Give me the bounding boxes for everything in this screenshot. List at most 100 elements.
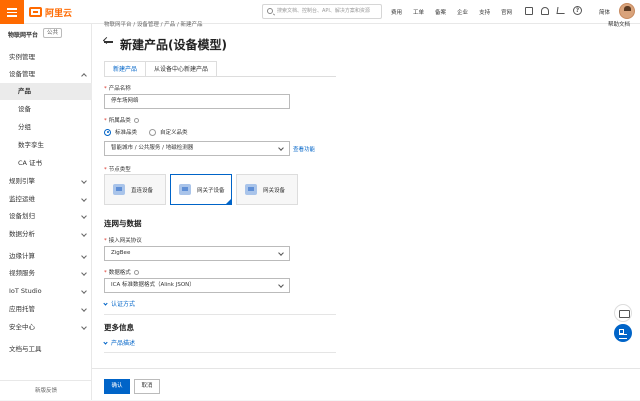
view-feature-link[interactable]: 查看功能 xyxy=(293,145,315,153)
sidebar-item-docs-tools[interactable]: 文档与工具 xyxy=(0,341,92,358)
category-select[interactable]: 智能城市 / 公共服务 / 地磁检测器 xyxy=(104,141,290,156)
chat-float-button[interactable] xyxy=(614,304,632,322)
sidebar-item-label: 边缘计算 xyxy=(9,252,35,260)
chevron-down-icon xyxy=(103,301,108,306)
confirm-button[interactable]: 确认 xyxy=(104,379,130,394)
sidebar-item-groups[interactable]: 分组 xyxy=(0,119,92,136)
search-placeholder: 搜索文档、控制台、API、解决方案和资源 xyxy=(277,8,370,14)
top-nav: 费用 工单 备案 企业 支持 官网 xyxy=(391,0,523,24)
radio-custom-category[interactable] xyxy=(149,128,157,136)
top-nav-fees[interactable]: 费用 xyxy=(391,8,402,16)
radio-custom-label[interactable]: 自定义品类 xyxy=(160,128,188,136)
help-icon[interactable]: ? xyxy=(573,6,582,15)
node-type-direct[interactable]: 直连设备 xyxy=(104,174,166,205)
top-bar: 阿里云 搜索文档、控制台、API、解决方案和资源 费用 工单 备案 企业 支持 … xyxy=(0,0,640,24)
sidebar-item-iot-studio[interactable]: IoT Studio xyxy=(0,283,92,300)
radio-standard-category[interactable] xyxy=(104,128,111,136)
sidebar-item-monitoring[interactable]: 监控运维 xyxy=(0,191,92,208)
logo[interactable]: 阿里云 xyxy=(29,5,72,19)
node-type-gateway-sub[interactable]: 网关子设备 xyxy=(170,174,232,205)
sidebar-item-label: 应用托管 xyxy=(9,305,35,313)
product-name-input[interactable]: 停车场网络 xyxy=(104,94,290,109)
sidebar-item-device-management[interactable]: 设备管理 xyxy=(0,66,92,83)
sidebar-item-label: 文档与工具 xyxy=(9,345,42,353)
cart-icon[interactable] xyxy=(556,7,566,14)
top-nav-support[interactable]: 支持 xyxy=(479,8,490,16)
product-desc-label: 产品描述 xyxy=(111,340,136,347)
help-doc-link[interactable]: 帮助文档 xyxy=(608,20,630,28)
menu-icon[interactable] xyxy=(0,0,24,24)
sidebar-item-products[interactable]: 产品 xyxy=(0,83,92,100)
terminal-icon[interactable] xyxy=(525,7,533,15)
cancel-button[interactable]: 取消 xyxy=(134,379,160,394)
sidebar-item-label: CA 证书 xyxy=(18,159,43,167)
chevron-down-icon xyxy=(81,196,87,202)
breadcrumb[interactable]: 物联网平台 / 设备管理 / 产品 / 新建产品 xyxy=(104,20,203,28)
back-arrow-icon[interactable] xyxy=(104,41,113,43)
node-type-gateway-label: 网关设备 xyxy=(263,188,286,194)
chevron-down-icon xyxy=(81,178,87,184)
chevron-up-icon xyxy=(81,73,87,79)
sidebar-item-label: 设备 xyxy=(18,105,31,113)
tab-divider xyxy=(104,76,336,77)
info-icon xyxy=(133,118,139,123)
bell-icon[interactable] xyxy=(541,7,549,15)
category-radio-group: 标准品类 自定义品类 xyxy=(104,128,188,136)
sidebar-item-devices[interactable]: 设备 xyxy=(0,101,92,118)
sidebar-item-instances[interactable]: 实例管理 xyxy=(0,49,92,66)
sidebar-item-video-service[interactable]: 视频服务 xyxy=(0,265,92,282)
sidebar-item-label: 监控运维 xyxy=(9,195,35,203)
sidebar-item-label: 设备管理 xyxy=(9,70,35,78)
sidebar-item-app-hosting[interactable]: 应用托管 xyxy=(0,301,92,318)
data-format-label-text: 数据格式 xyxy=(108,270,131,276)
node-type-label: * 节点类型 xyxy=(104,167,131,173)
language-switch[interactable]: 简体 xyxy=(599,8,610,16)
tabs: 新建产品 从设备中心新建产品 xyxy=(104,61,218,77)
instance-tag[interactable]: 公共 xyxy=(43,28,63,38)
global-search-input[interactable]: 搜索文档、控制台、API、解决方案和资源 xyxy=(262,4,382,19)
top-nav-icp[interactable]: 备案 xyxy=(435,8,446,16)
radio-standard-label[interactable]: 标准品类 xyxy=(115,128,137,136)
protocol-label: * 接入网关协议 xyxy=(104,238,142,244)
apps-float-button[interactable] xyxy=(614,324,632,342)
sidebar: 物联网平台 公共 实例管理 设备管理 产品 设备 分组 数字孪生 CA 证书 规… xyxy=(0,24,92,400)
chevron-down-icon xyxy=(81,253,87,259)
auth-method-label: 认证方式 xyxy=(111,301,136,308)
sidebar-item-security[interactable]: 安全中心 xyxy=(0,319,92,336)
chevron-down-icon xyxy=(81,270,87,276)
protocol-select[interactable]: ZigBee xyxy=(104,246,290,261)
sidebar-item-label: 设备划归 xyxy=(9,212,35,220)
feedback-link[interactable]: 新版反馈 xyxy=(0,380,92,400)
tab-new-product[interactable]: 新建产品 xyxy=(104,61,147,77)
product-name-label: * 产品名称 xyxy=(104,86,131,92)
gateway-device-icon xyxy=(245,184,257,195)
sidebar-item-edge-computing[interactable]: 边缘计算 xyxy=(0,248,92,265)
chevron-down-icon xyxy=(81,288,87,294)
sidebar-item-label: 产品 xyxy=(18,87,31,95)
info-icon xyxy=(133,270,139,275)
data-format-select[interactable]: ICA 标准数据格式（Alink JSON） xyxy=(104,278,290,293)
sidebar-item-data-analysis[interactable]: 数据分析 xyxy=(0,226,92,243)
sidebar-item-device-assignment[interactable]: 设备划归 xyxy=(0,208,92,225)
product-desc-expander[interactable]: 产品描述 xyxy=(103,338,136,347)
tab-from-device-center[interactable]: 从设备中心新建产品 xyxy=(145,61,218,77)
auth-method-expander[interactable]: 认证方式 xyxy=(103,299,136,308)
top-nav-enterprise[interactable]: 企业 xyxy=(457,8,468,16)
data-format-label: * 数据格式 xyxy=(104,268,139,276)
direct-device-icon xyxy=(113,184,125,195)
sidebar-item-digital-twin[interactable]: 数字孪生 xyxy=(0,137,92,154)
node-type-label-text: 节点类型 xyxy=(108,167,131,173)
section-more-title: 更多信息 xyxy=(104,323,134,332)
sidebar-item-rule-engine[interactable]: 规则引擎 xyxy=(0,173,92,190)
sidebar-item-ca-cert[interactable]: CA 证书 xyxy=(0,155,92,172)
top-icons: ? xyxy=(525,6,590,15)
sidebar-item-label: 安全中心 xyxy=(9,323,35,331)
section-connect-title: 连网与数据 xyxy=(104,219,142,228)
sidebar-item-label: IoT Studio xyxy=(9,287,42,295)
avatar[interactable] xyxy=(619,3,635,19)
top-nav-tickets[interactable]: 工单 xyxy=(413,8,424,16)
top-nav-website[interactable]: 官网 xyxy=(501,8,512,16)
protocol-label-text: 接入网关协议 xyxy=(108,238,142,244)
category-label: * 所属品类 xyxy=(104,116,139,124)
node-type-gateway[interactable]: 网关设备 xyxy=(236,174,298,205)
